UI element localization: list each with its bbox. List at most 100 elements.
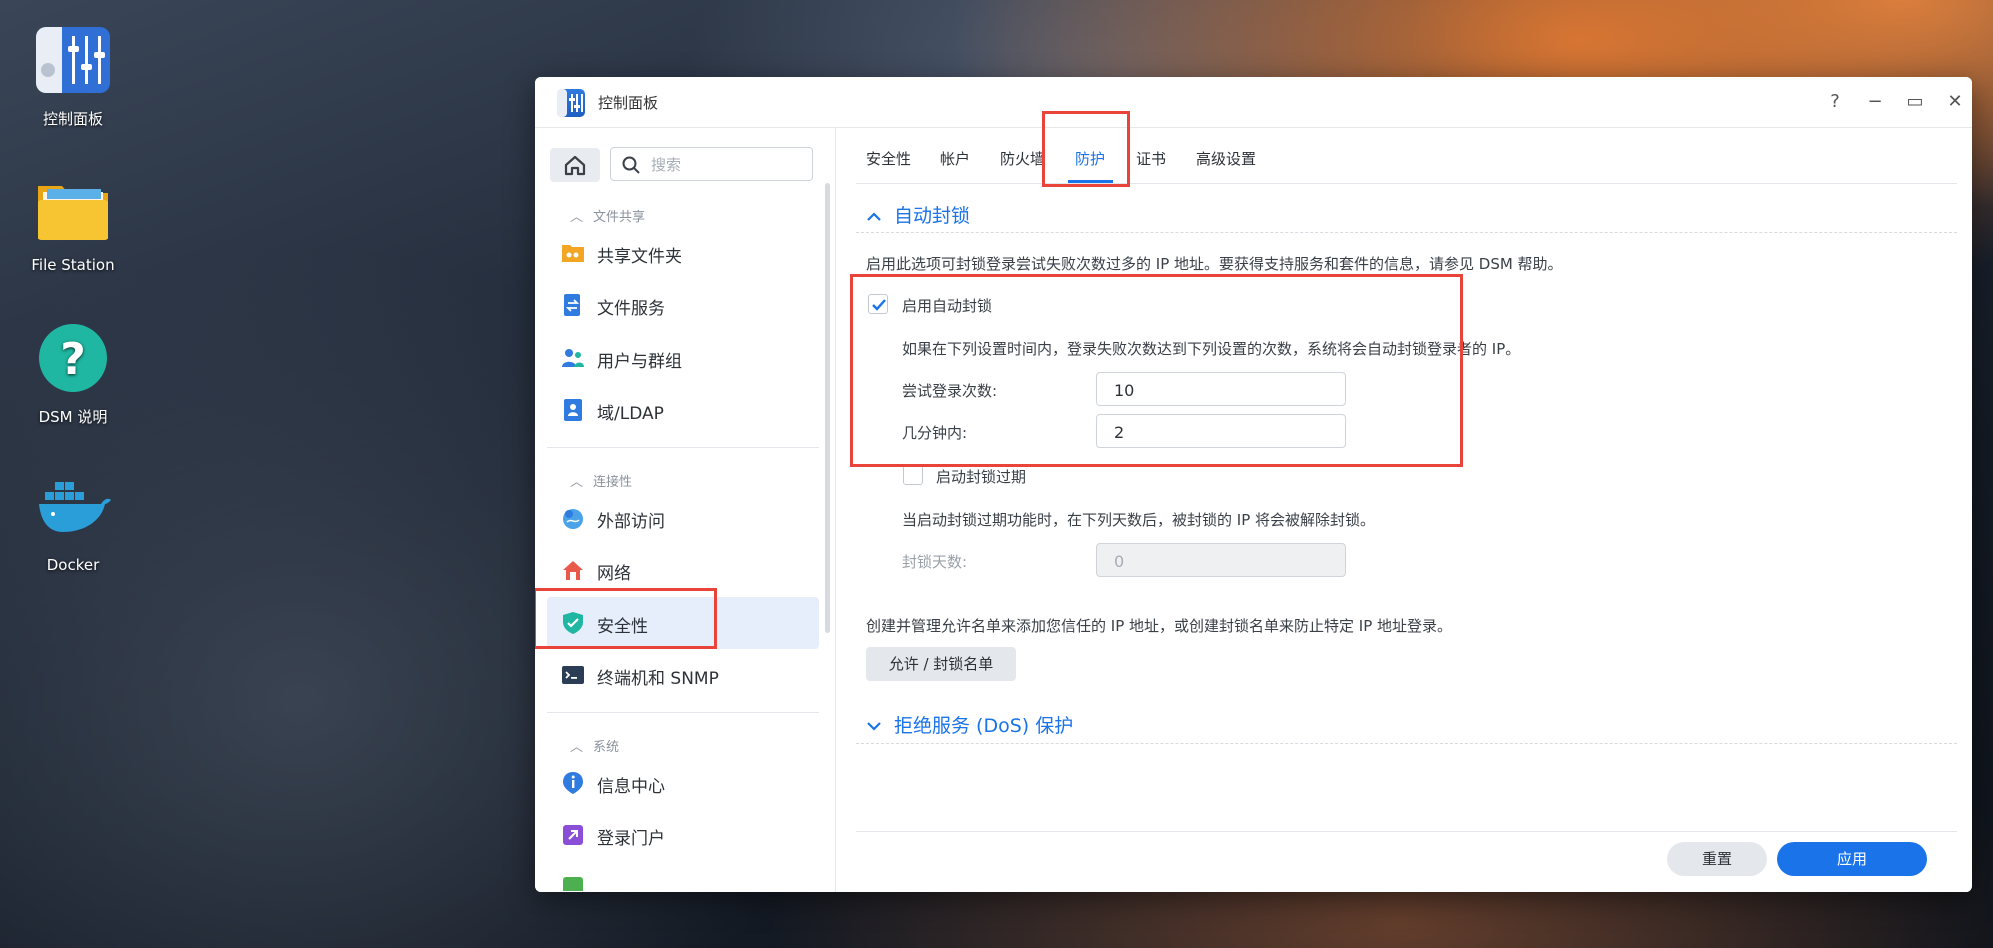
sidebar-item-label: 登录门户 bbox=[597, 829, 665, 849]
enable-block-expiry-checkbox[interactable] bbox=[903, 465, 923, 485]
home-button[interactable] bbox=[550, 148, 600, 182]
desktop-icon-label: 控制面板 bbox=[42, 110, 103, 128]
sidebar-item-label: 网络 bbox=[597, 564, 631, 584]
search-icon bbox=[622, 156, 640, 174]
folder-icon bbox=[35, 172, 111, 248]
svg-text:?: ? bbox=[60, 334, 86, 385]
help-button[interactable]: ? bbox=[1820, 88, 1850, 116]
enable-block-expiry-label[interactable]: 启动封锁过期 bbox=[936, 466, 1026, 487]
reset-button[interactable]: 重置 bbox=[1667, 842, 1767, 876]
close-button[interactable]: ✕ bbox=[1940, 88, 1970, 116]
auto-block-section-header[interactable]: 自动封锁 bbox=[866, 201, 970, 228]
sidebar-item-security[interactable]: 安全性 bbox=[547, 597, 819, 649]
section-header-connectivity[interactable]: ︿ 连接性 bbox=[570, 471, 632, 490]
allow-block-text: 创建并管理允许名单来添加您信任的 IP 地址，或创建封锁名单来防止特定 IP 地… bbox=[866, 617, 1453, 635]
desktop-icon-label: DSM 说明 bbox=[38, 408, 108, 426]
info-center-icon bbox=[561, 771, 585, 795]
apply-button[interactable]: 应用 bbox=[1777, 842, 1927, 876]
sidebar: ︿ 文件共享 共享文件夹 文件服务 用户与群组 域/LDAP bbox=[535, 128, 836, 892]
checkmark-icon bbox=[872, 299, 886, 311]
tab-bar: 安全性 帐户 防火墙 防护 证书 高级设置 bbox=[856, 128, 1957, 184]
minutes-input[interactable] bbox=[1112, 421, 1336, 443]
tab-firewall[interactable]: 防火墙 bbox=[1000, 148, 1045, 169]
sidebar-item-label: 文件服务 bbox=[597, 299, 665, 319]
sidebar-item-label: 终端机和 SNMP bbox=[597, 669, 719, 689]
help-icon: ? bbox=[35, 322, 111, 398]
sidebar-item-network[interactable]: 网络 bbox=[547, 544, 819, 596]
section-separator bbox=[856, 743, 1957, 744]
dos-title: 拒绝服务 (DoS) 保护 bbox=[894, 715, 1074, 737]
desktop-icon-label: File Station bbox=[31, 256, 115, 274]
section-divider bbox=[547, 447, 819, 448]
sidebar-item-info-center[interactable]: 信息中心 bbox=[547, 757, 819, 809]
minutes-field[interactable] bbox=[1096, 414, 1346, 448]
maximize-button[interactable]: ▭ bbox=[1900, 88, 1930, 116]
block-expiry-text: 当启动封锁过期功能时，在下列天数后，被封锁的 IP 将会被解除封锁。 bbox=[902, 511, 1376, 529]
sidebar-item-label: 安全性 bbox=[597, 617, 648, 637]
sidebar-item-label: 共享文件夹 bbox=[597, 247, 682, 267]
network-icon bbox=[561, 558, 585, 582]
window-titlebar[interactable]: 控制面板 ? − ▭ ✕ bbox=[535, 77, 1972, 128]
sidebar-item-domain-ldap[interactable]: 域/LDAP bbox=[547, 384, 819, 436]
footer-bar: 重置 应用 bbox=[856, 831, 1957, 892]
sidebar-item-login-portal[interactable]: 登录门户 bbox=[547, 809, 819, 861]
auto-block-description: 启用此选项可封锁登录尝试失败次数过多的 IP 地址。要获得支持服务和套件的信息，… bbox=[866, 255, 1563, 273]
file-services-icon bbox=[561, 293, 585, 317]
shield-icon bbox=[561, 611, 585, 635]
section-header-file-sharing[interactable]: ︿ 文件共享 bbox=[570, 206, 645, 225]
sidebar-item-label: 域/LDAP bbox=[597, 404, 664, 424]
control-panel-icon bbox=[557, 89, 585, 117]
sidebar-item-users-groups[interactable]: 用户与群组 bbox=[547, 332, 819, 384]
sidebar-item-external-access[interactable]: 外部访问 bbox=[547, 492, 819, 544]
allow-block-list-button[interactable]: 允许 / 封锁名单 bbox=[866, 647, 1016, 681]
section-title: 文件共享 bbox=[593, 210, 646, 225]
users-groups-icon bbox=[561, 346, 585, 370]
dos-section-header[interactable]: 拒绝服务 (DoS) 保护 bbox=[866, 711, 1073, 738]
sidebar-item-label: 信息中心 bbox=[597, 777, 665, 797]
window-title: 控制面板 bbox=[598, 94, 659, 112]
attempts-field[interactable] bbox=[1096, 372, 1346, 406]
chevron-up-icon: ︿ bbox=[570, 210, 584, 225]
tab-account[interactable]: 帐户 bbox=[940, 148, 970, 169]
minutes-label: 几分钟内: bbox=[902, 424, 968, 442]
block-days-label: 封锁天数: bbox=[902, 553, 968, 571]
terminal-icon bbox=[561, 663, 585, 687]
block-days-input[interactable] bbox=[1112, 550, 1336, 572]
minimize-button[interactable]: − bbox=[1860, 88, 1890, 116]
sidebar-item-file-services[interactable]: 文件服务 bbox=[547, 279, 819, 331]
desktop-icon-docker[interactable]: Docker bbox=[8, 472, 138, 574]
chevron-up-icon: ︿ bbox=[570, 475, 584, 490]
shared-folder-icon bbox=[561, 241, 585, 265]
tab-security[interactable]: 安全性 bbox=[866, 148, 911, 169]
domain-ldap-icon bbox=[561, 398, 585, 422]
attempts-input[interactable] bbox=[1112, 379, 1336, 401]
block-days-field[interactable] bbox=[1096, 543, 1346, 577]
sidebar-item-terminal-snmp[interactable]: 终端机和 SNMP bbox=[547, 649, 819, 701]
sidebar-item-label: 外部访问 bbox=[597, 512, 665, 532]
sidebar-item-shared-folder[interactable]: 共享文件夹 bbox=[547, 227, 819, 279]
active-tab-indicator bbox=[1068, 180, 1113, 183]
section-separator bbox=[856, 232, 1957, 233]
desktop-icon-control-panel[interactable]: 控制面板 bbox=[8, 24, 138, 129]
enable-auto-block-checkbox[interactable] bbox=[868, 294, 888, 314]
enable-auto-block-label[interactable]: 启用自动封锁 bbox=[902, 295, 992, 316]
tab-advanced[interactable]: 高级设置 bbox=[1196, 148, 1256, 169]
sidebar-item-label: 用户与群组 bbox=[597, 352, 682, 372]
tab-certificate[interactable]: 证书 bbox=[1136, 148, 1166, 169]
chevron-down-icon bbox=[866, 715, 886, 737]
desktop-icon-file-station[interactable]: File Station bbox=[8, 172, 138, 274]
search-field[interactable] bbox=[610, 147, 813, 181]
login-portal-icon bbox=[561, 823, 585, 847]
sidebar-scrollbar[interactable] bbox=[825, 183, 830, 633]
auto-block-title: 自动封锁 bbox=[894, 205, 971, 227]
auto-block-rule-text: 如果在下列设置时间内，登录失败次数达到下列设置的次数，系统将会自动封锁登录者的 … bbox=[902, 340, 1521, 358]
tab-protection[interactable]: 防护 bbox=[1075, 148, 1105, 169]
search-input[interactable] bbox=[649, 154, 803, 176]
section-title: 连接性 bbox=[593, 475, 633, 490]
section-divider bbox=[547, 712, 819, 713]
sidebar-item-partial[interactable] bbox=[547, 861, 819, 891]
desktop-icon-label: Docker bbox=[46, 556, 100, 574]
desktop-icon-dsm-help[interactable]: ? DSM 说明 bbox=[8, 322, 138, 427]
section-header-system[interactable]: ︿ 系统 bbox=[570, 736, 619, 755]
external-access-icon bbox=[561, 506, 585, 530]
